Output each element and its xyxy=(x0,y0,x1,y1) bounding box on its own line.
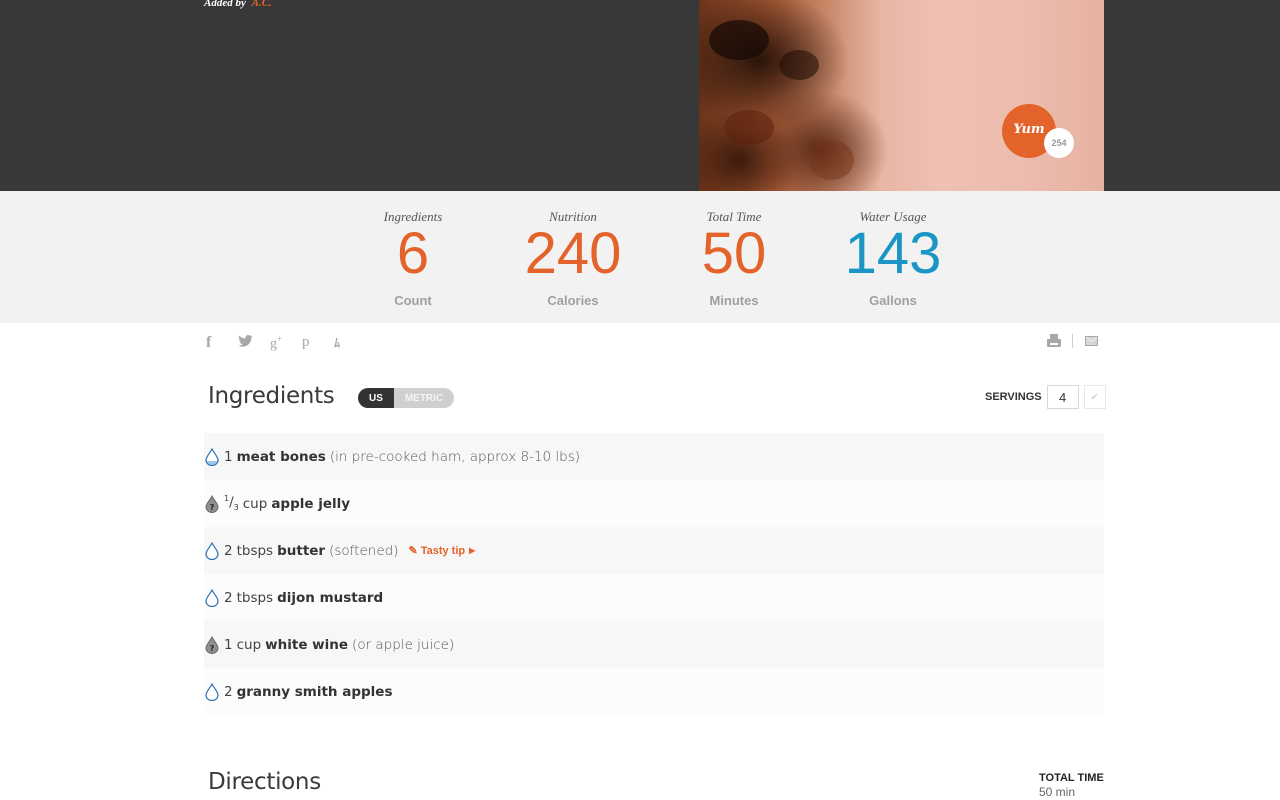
water-drop-icon[interactable] xyxy=(204,541,220,561)
water-drop-icon[interactable] xyxy=(204,682,220,702)
stat-value: 240 xyxy=(524,221,622,286)
qty-numerator: 1 xyxy=(224,494,230,504)
twitter-icon[interactable] xyxy=(238,334,270,352)
ingredient-item: ? 1/3 cup apple jelly xyxy=(204,480,1104,527)
directions-total-time: TOTAL TIME 50 min xyxy=(1039,772,1104,799)
stat-value: 6 xyxy=(396,221,430,286)
ingredient-item: ? 1 cup white wine (or apple juice) xyxy=(204,621,1104,668)
servings-label: SERVINGS xyxy=(985,391,1042,403)
ingredient-item: 2 tbsps butter (softened) ✎ Tasty tip ▶ xyxy=(204,527,1104,574)
ingredient-unit: tbsps xyxy=(236,589,274,606)
stat-nutrition[interactable]: Nutrition 240 Calories xyxy=(493,209,653,308)
recipe-stats: Ingredients 6 Count Nutrition 240 Calori… xyxy=(0,191,1280,323)
ingredient-name[interactable]: apple jelly xyxy=(271,496,350,512)
google-plus-icon[interactable]: g+ xyxy=(270,334,302,352)
stat-total-time: Total Time 50 Minutes xyxy=(654,209,814,308)
ingredient-qty: 2 xyxy=(224,589,233,606)
ingredient-qty: 1 xyxy=(224,448,233,465)
stat-water-usage[interactable]: Water Usage 143 Gallons xyxy=(813,209,973,308)
unknown-water-icon[interactable]: ? xyxy=(204,635,220,655)
added-by: Added by A.C. xyxy=(204,0,272,9)
yum-count: 254 xyxy=(1044,128,1074,158)
checkmark-icon: ✔ xyxy=(1090,391,1099,403)
qty-denominator: 3 xyxy=(233,503,239,513)
ingredient-item: 2 tbsps dijon mustard xyxy=(204,574,1104,621)
ingredient-qty: 1 xyxy=(224,636,233,653)
author-link[interactable]: A.C. xyxy=(252,0,272,9)
added-by-label: Added by xyxy=(204,0,246,9)
utility-actions xyxy=(1046,334,1098,348)
facebook-icon[interactable]: f xyxy=(206,334,238,352)
water-drop-icon[interactable] xyxy=(204,588,220,608)
unit-toggle: US METRIC xyxy=(358,388,454,408)
ingredient-note: (softened) xyxy=(329,542,399,559)
stat-ingredients: Ingredients 6 Count xyxy=(333,209,493,308)
tasty-tip-label: Tasty tip xyxy=(420,544,466,557)
stat-unit: Gallons xyxy=(869,293,917,308)
ingredient-list: 1 meat bones (in pre-cooked ham, approx … xyxy=(204,433,1104,715)
ingredient-item: 2 granny smith apples xyxy=(204,668,1104,715)
tasty-tip-link[interactable]: ✎ Tasty tip ▶ xyxy=(408,544,476,558)
caret-right-icon: ▶ xyxy=(469,546,476,555)
stat-unit: Count xyxy=(394,293,432,308)
svg-text:?: ? xyxy=(210,503,215,512)
pencil-icon: ✎ xyxy=(408,545,418,557)
ingredient-unit: cup xyxy=(242,495,268,512)
ingredient-note: (or apple juice) xyxy=(352,636,455,653)
print-icon[interactable] xyxy=(1046,334,1062,348)
water-drop-icon[interactable] xyxy=(204,447,220,467)
total-time-label: TOTAL TIME xyxy=(1039,772,1104,784)
ingredient-name[interactable]: granny smith apples xyxy=(237,684,393,700)
pinterest-icon[interactable]: p xyxy=(302,334,334,352)
unit-metric-button[interactable]: METRIC xyxy=(394,388,454,408)
unknown-water-icon[interactable]: ? xyxy=(204,494,220,514)
email-icon[interactable] xyxy=(1085,336,1098,346)
ingredient-name[interactable]: meat bones xyxy=(237,449,326,465)
stat-unit: Calories xyxy=(547,293,599,308)
ingredient-qty: 2 xyxy=(224,683,233,700)
servings-control: SERVINGS ✔ xyxy=(985,385,1106,409)
stat-value: 50 xyxy=(701,221,767,286)
ingredient-unit: cup xyxy=(236,636,262,653)
ingredient-name[interactable]: white wine xyxy=(265,637,348,653)
ingredient-name[interactable]: dijon mustard xyxy=(277,590,383,606)
unit-us-button[interactable]: US xyxy=(358,388,394,408)
total-time-value: 50 min xyxy=(1039,785,1076,799)
servings-apply-button[interactable]: ✔ xyxy=(1083,385,1106,409)
ingredients-title: Ingredients xyxy=(208,383,335,409)
ingredient-qty: 2 xyxy=(224,542,233,559)
recipe-hero: Added by A.C. xyxy=(0,0,1280,191)
ingredient-name[interactable]: butter xyxy=(277,543,325,559)
ingredient-qty: 1/3 xyxy=(224,494,239,513)
ingredient-item: 1 meat bones (in pre-cooked ham, approx … xyxy=(204,433,1104,480)
yum-label: Yum xyxy=(1013,121,1045,137)
ingredient-note: (in pre-cooked ham, approx 8-10 lbs) xyxy=(329,448,581,465)
stumbleupon-icon[interactable]: ﾑ xyxy=(334,334,366,352)
servings-input[interactable] xyxy=(1046,385,1079,409)
stat-unit: Minutes xyxy=(709,293,759,308)
ingredient-unit: tbsps xyxy=(236,542,274,559)
divider xyxy=(1072,334,1073,348)
social-share-bar: f g+ p ﾑ xyxy=(206,334,366,352)
directions-title: Directions xyxy=(208,769,321,795)
stat-value: 143 xyxy=(844,221,942,286)
svg-text:?: ? xyxy=(210,644,215,653)
recipe-photo xyxy=(699,0,1104,191)
